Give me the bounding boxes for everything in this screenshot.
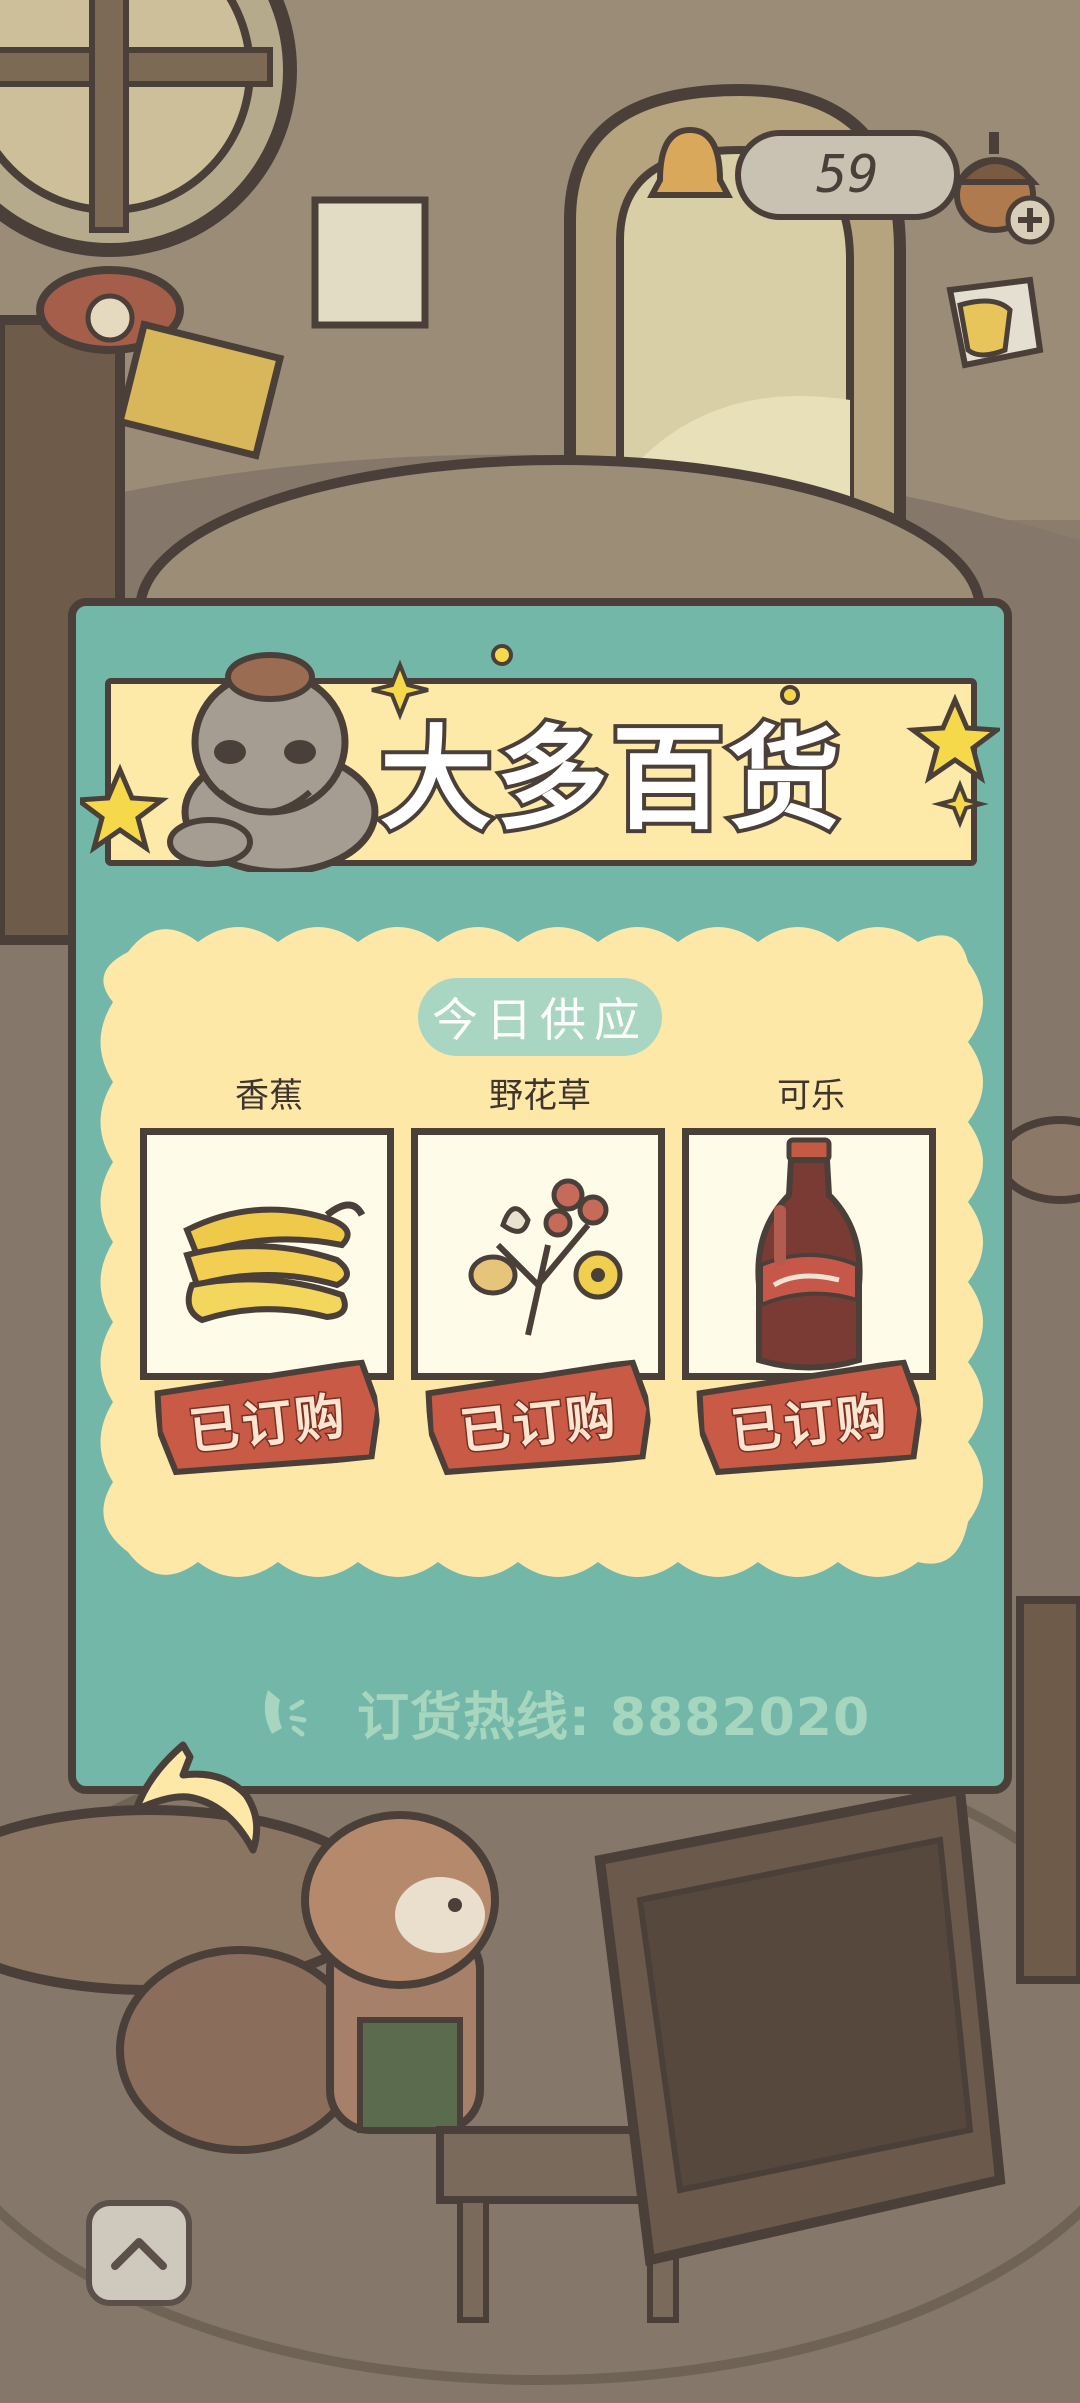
item-card-wildflowers[interactable] [411, 1128, 665, 1380]
today-supply-label: 今日供应 [418, 978, 662, 1056]
banana-icon [183, 1201, 366, 1324]
chevron-up-icon [111, 2238, 167, 2270]
tv-cabinet [594, 1784, 1006, 2267]
coffee-cup-icon[interactable] [930, 270, 1055, 380]
item-name-wildflowers: 野花草 [489, 1076, 591, 1116]
back-arrow-button[interactable] [128, 1735, 268, 1870]
item-name-banana: 香蕉 [235, 1076, 303, 1116]
acorn-icon[interactable] [945, 110, 1055, 250]
item-card-banana[interactable] [140, 1128, 394, 1380]
item-card-cola[interactable] [682, 1128, 936, 1380]
acorn-counter: 59 [735, 130, 960, 220]
cola-bottle-icon [755, 1137, 863, 1371]
shop-title: 大多百货 [376, 711, 844, 849]
hippo-shopkeeper-icon [167, 652, 379, 872]
wildflowers-icon [468, 1178, 623, 1336]
item-name-cola: 可乐 [777, 1076, 845, 1116]
expand-up-button[interactable] [86, 2200, 192, 2306]
acorn-count: 59 [816, 145, 879, 205]
order-hotline: 订货热线: 8882020 [357, 1687, 871, 1748]
